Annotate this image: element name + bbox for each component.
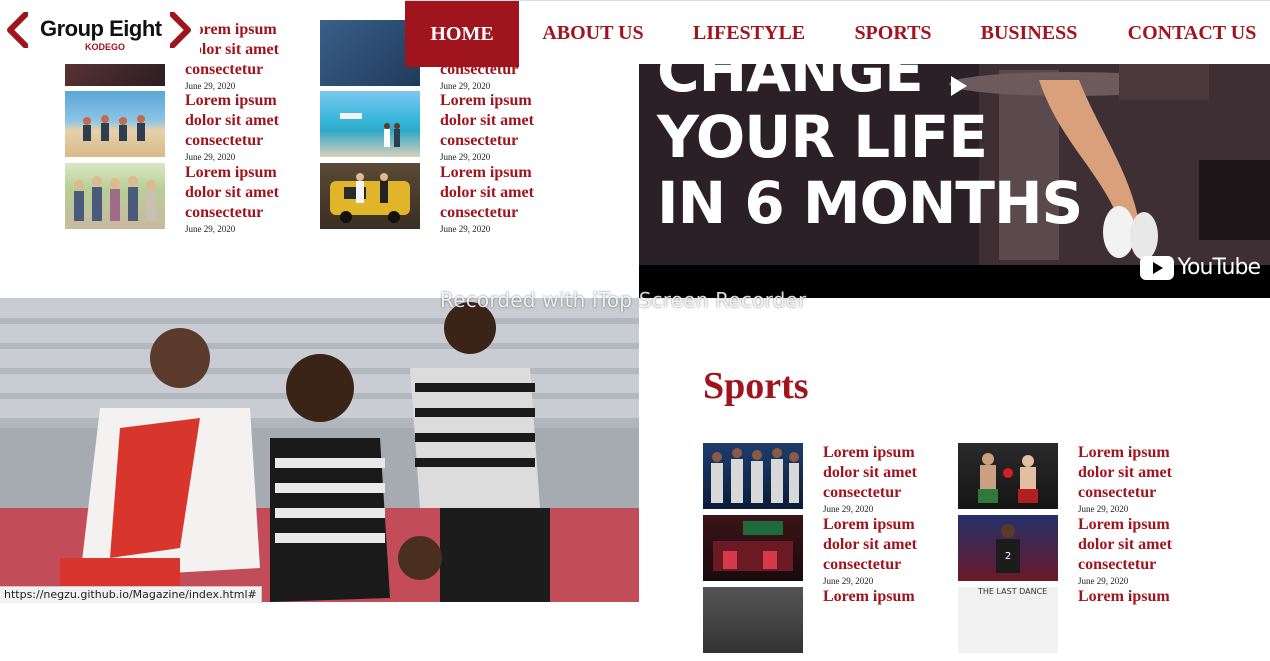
article-date: June 29, 2020 [440, 152, 491, 162]
article-title[interactable]: Lorem ipsum dolor sit amet consectetur [1078, 515, 1198, 575]
nav-item-sports[interactable]: SPORTS [845, 1, 941, 65]
video-line-2: YOUR LIFE [657, 103, 988, 171]
youtube-icon [1139, 255, 1174, 280]
article-date: June 29, 2020 [823, 576, 874, 586]
article-card[interactable]: Lorem ipsum dolor sit amet consectetur J… [703, 515, 943, 589]
article-date: June 29, 2020 [823, 504, 874, 514]
youtube-logo[interactable]: YouTube [1139, 255, 1261, 280]
article-title[interactable]: Lorem ipsum dolor sit amet consectetur [823, 515, 943, 575]
article-date: June 29, 2020 [440, 81, 491, 91]
article-title[interactable]: Lorem ipsum dolor sit amet consectetur [1078, 443, 1198, 503]
article-title[interactable]: Lorem ipsum dolor sit amet consectetur [823, 443, 943, 503]
nav-item-business[interactable]: BUSINESS [971, 1, 1087, 65]
logo-chevron-left-icon [7, 12, 28, 48]
article-thumbnail[interactable] [320, 91, 420, 157]
video-line-3: IN 6 MONTHS [657, 169, 1083, 237]
section-heading: Sports [703, 365, 809, 407]
article-date: June 29, 2020 [185, 224, 236, 234]
youtube-logo-text: YouTube [1177, 255, 1261, 280]
article-thumbnail[interactable] [65, 163, 165, 229]
nav-item-home[interactable]: HOME [405, 1, 519, 67]
article-date: June 29, 2020 [1078, 576, 1129, 586]
article-thumbnail[interactable] [958, 443, 1058, 509]
nav-item-lifestyle[interactable]: LIFESTYLE [685, 1, 813, 65]
sports-section: Sports Lorem ipsum dolor sit amet consec… [639, 298, 1270, 653]
article-date: June 29, 2020 [1078, 504, 1129, 514]
nav-item-about-us[interactable]: ABOUT US [533, 1, 653, 65]
article-title[interactable]: Lorem ipsum [1078, 587, 1198, 607]
article-thumbnail[interactable]: 2 [958, 515, 1058, 581]
article-date: June 29, 2020 [440, 224, 491, 234]
article-title[interactable]: Lorem ipsum dolor sit amet consectetur [440, 91, 560, 151]
logo-subtitle: KODEGO [85, 42, 126, 52]
article-card[interactable]: 2 Lorem ipsum dolor sit amet consectetur… [958, 515, 1198, 589]
article-card[interactable]: Lorem ipsum dolor sit amet consectetur J… [958, 443, 1198, 517]
nav-item-contact-us[interactable]: CONTACT US [1121, 1, 1263, 65]
article-card[interactable]: Lorem ipsum [703, 587, 943, 661]
site-logo[interactable]: Group Eight KODEGO [0, 0, 200, 64]
logo-chevron-right-icon [170, 12, 191, 48]
article-thumbnail[interactable]: THE LAST DANCE [958, 587, 1058, 653]
article-thumbnail[interactable] [320, 163, 420, 229]
article-thumbnail[interactable] [65, 91, 165, 157]
article-card[interactable]: Lorem ipsum dolor sit amet consectetur J… [703, 443, 943, 517]
article-title[interactable]: Lorem ipsum dolor sit amet consectetur [440, 163, 560, 223]
video-overlay-text: CHANGE YOUR LIFE IN 6 MONTHS [657, 38, 1083, 237]
featured-sports-image[interactable] [0, 298, 639, 602]
logo-name: Group Eight [40, 16, 162, 41]
svg-text:2: 2 [1005, 551, 1011, 562]
site-header: Group Eight KODEGO HOME ABOUT US LIFESTY… [0, 0, 1270, 67]
article-title[interactable]: Lorem ipsum dolor sit amet consectetur [185, 163, 305, 223]
article-title[interactable]: Lorem ipsum [823, 587, 943, 607]
article-card[interactable]: Lorem ipsum dolor sit amet consectetur J… [320, 91, 560, 165]
article-card[interactable]: Lorem ipsum dolor sit amet consectetur J… [65, 91, 305, 165]
recorder-watermark: Recorded with iTop Screen Recorder [440, 288, 807, 312]
thumbnail-caption: THE LAST DANCE [978, 587, 1048, 596]
article-thumbnail[interactable] [703, 443, 803, 509]
article-card[interactable]: Lorem ipsum dolor sit amet consectetur J… [320, 163, 560, 237]
article-card[interactable]: Lorem ipsum dolor sit amet consectetur J… [65, 163, 305, 237]
article-date: June 29, 2020 [185, 152, 236, 162]
article-thumbnail[interactable] [703, 587, 803, 653]
status-bar-url: https://negzu.github.io/Magazine/index.h… [0, 586, 262, 603]
article-title[interactable]: Lorem ipsum dolor sit amet consectetur [185, 91, 305, 151]
main-nav: HOME ABOUT US LIFESTYLE SPORTS BUSINESS … [405, 0, 1270, 67]
article-card[interactable]: THE LAST DANCE Lorem ipsum [958, 587, 1198, 661]
article-thumbnail[interactable] [703, 515, 803, 581]
rugby-players-image [0, 298, 639, 602]
article-date: June 29, 2020 [185, 81, 236, 91]
